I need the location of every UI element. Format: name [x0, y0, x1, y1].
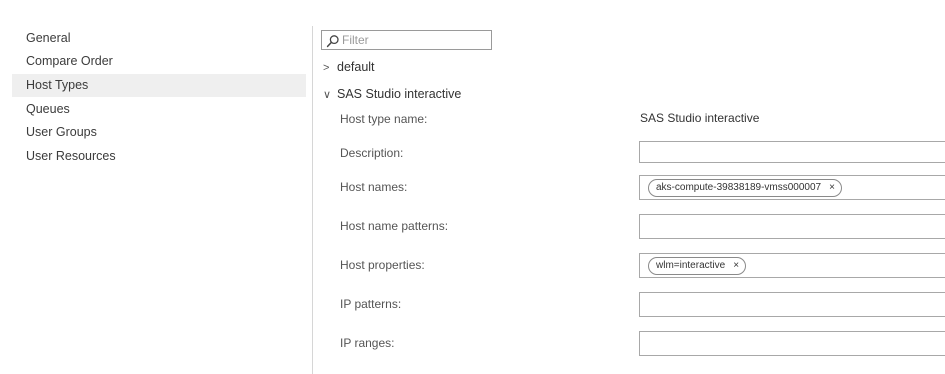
- ip-patterns-field[interactable]: [639, 292, 945, 317]
- description-field[interactable]: [639, 141, 945, 163]
- remove-chip-icon[interactable]: ×: [733, 258, 739, 274]
- remove-chip-icon[interactable]: ×: [829, 180, 835, 196]
- host-name-patterns-label: Host name patterns:: [340, 219, 449, 233]
- sidebar-item-user-resources[interactable]: User Resources: [12, 145, 306, 168]
- host-names-field[interactable]: aks-compute-39838189-vmss000007 ×: [639, 175, 945, 200]
- host-type-name-value: SAS Studio interactive: [640, 111, 760, 125]
- ip-ranges-field[interactable]: [639, 331, 945, 356]
- sidebar-item-user-groups[interactable]: User Groups: [12, 121, 306, 144]
- host-property-chip: wlm=interactive ×: [648, 257, 747, 275]
- ip-ranges-label: IP ranges:: [340, 336, 395, 350]
- chevron-right-icon[interactable]: >: [323, 58, 337, 78]
- host-name-chip: aks-compute-39838189-vmss000007 ×: [648, 179, 842, 197]
- tree-item-label: default: [337, 60, 375, 74]
- host-name-patterns-field[interactable]: [639, 214, 945, 239]
- ip-patterns-label: IP patterns:: [340, 297, 402, 311]
- host-names-label: Host names:: [340, 180, 408, 194]
- tree-item-sas-studio-interactive[interactable]: ∨ SAS Studio interactive: [323, 84, 461, 104]
- app-root: General Compare Order Host Types Queues …: [0, 0, 945, 374]
- sidebar: General Compare Order Host Types Queues …: [0, 0, 312, 374]
- chevron-down-icon[interactable]: ∨: [323, 85, 337, 105]
- sidebar-item-compare-order[interactable]: Compare Order: [12, 50, 306, 73]
- tree-item-label: SAS Studio interactive: [337, 87, 462, 101]
- chip-label: wlm=interactive: [656, 260, 726, 271]
- search-icon: [326, 35, 339, 48]
- host-properties-label: Host properties:: [340, 258, 425, 272]
- main-panel: >default ∨SAS Studio interactive Host ty…: [313, 0, 945, 374]
- filter-box[interactable]: [321, 30, 492, 50]
- sidebar-item-host-types[interactable]: Host Types: [12, 74, 306, 97]
- sidebar-item-queues[interactable]: Queues: [12, 98, 306, 121]
- tree-item-default[interactable]: > default: [323, 57, 375, 77]
- sidebar-item-general[interactable]: General: [12, 27, 306, 50]
- host-properties-field[interactable]: wlm=interactive ×: [639, 253, 945, 278]
- description-label: Description:: [340, 146, 404, 160]
- chip-label: aks-compute-39838189-vmss000007: [656, 182, 822, 193]
- host-type-name-label: Host type name:: [340, 112, 428, 126]
- filter-input[interactable]: [342, 32, 487, 48]
